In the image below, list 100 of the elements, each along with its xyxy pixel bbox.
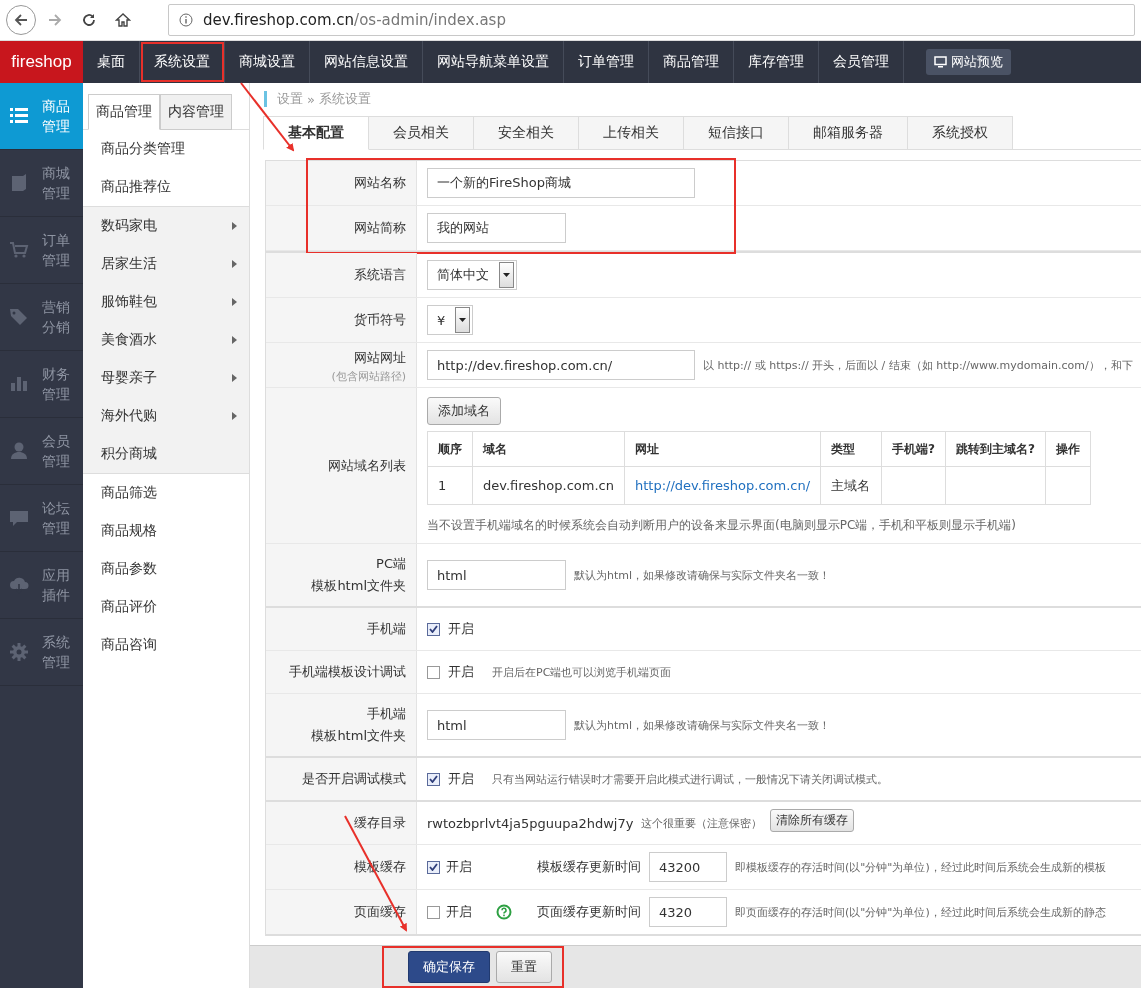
column-header: 顺序 bbox=[427, 431, 473, 467]
field-label: 货币符号 bbox=[354, 311, 406, 329]
info-icon bbox=[179, 13, 193, 27]
input-field[interactable]: 我的网站 bbox=[427, 213, 566, 243]
back-arrow-icon bbox=[13, 12, 29, 28]
hint-text: 只有当网站运行错误时才需要开启此模式进行调试，一般情况下请关闭调试模式。 bbox=[492, 771, 888, 787]
menu-item[interactable]: 居家生活 bbox=[83, 245, 249, 283]
preview-button[interactable]: 网站预览 bbox=[926, 49, 1011, 75]
menu-item[interactable]: 积分商城 bbox=[83, 435, 249, 473]
dropdown[interactable]: ¥ bbox=[427, 305, 474, 335]
checkmark-icon bbox=[429, 863, 438, 871]
checkbox-label: 开启 bbox=[448, 770, 474, 788]
menu-item[interactable]: 商品评价 bbox=[83, 588, 249, 626]
checkbox[interactable] bbox=[427, 772, 440, 786]
nav-tab[interactable]: 库存管理 bbox=[734, 41, 819, 83]
input-field[interactable]: 43200 bbox=[649, 852, 727, 882]
input-field[interactable]: 4320 bbox=[649, 897, 727, 927]
table-cell: dev.fireshop.com.cn bbox=[472, 466, 625, 505]
menu-item[interactable]: 数码家电 bbox=[83, 207, 249, 245]
checkbox-label: 开启 bbox=[446, 903, 472, 921]
url-text: dev.fireshop.com.cn/os-admin/index.asp bbox=[203, 11, 506, 29]
home-icon bbox=[115, 12, 131, 28]
tab[interactable]: 短信接口 bbox=[684, 116, 789, 150]
field-label: 是否开启调试模式 bbox=[302, 770, 406, 788]
field-label: 网站名称 bbox=[354, 174, 406, 192]
input-field[interactable]: html bbox=[427, 710, 566, 740]
cache-directory-text: rwtozbprlvt4ja5pguupa2hdwj7y bbox=[427, 815, 634, 831]
column-header: 跳转到主域名? bbox=[945, 431, 1046, 467]
nav-tab[interactable]: 网站导航菜单设置 bbox=[423, 41, 564, 83]
help-icon bbox=[496, 904, 512, 920]
field-label: 页面缓存更新时间 bbox=[537, 903, 641, 921]
nav-tab[interactable]: 订单管理 bbox=[564, 41, 649, 83]
menu-item[interactable]: 商品推荐位 bbox=[83, 168, 249, 206]
menu-item[interactable]: 商品分类管理 bbox=[83, 130, 249, 168]
checkbox-label: 开启 bbox=[448, 663, 474, 681]
menu-item[interactable]: 海外代购 bbox=[83, 397, 249, 435]
menu-item[interactable]: 商品筛选 bbox=[83, 474, 249, 512]
menu-item[interactable]: 商品规格 bbox=[83, 512, 249, 550]
gear-icon bbox=[8, 641, 30, 663]
tag-icon bbox=[8, 306, 30, 328]
input-field[interactable]: http://dev.fireshop.com.cn/ bbox=[427, 350, 695, 380]
field-label: 网站网址 bbox=[354, 348, 406, 367]
dropdown[interactable]: 简体中文 bbox=[427, 260, 517, 290]
tab[interactable]: 上传相关 bbox=[579, 116, 684, 150]
column-header: 类型 bbox=[820, 431, 882, 467]
input-field[interactable]: html bbox=[427, 560, 566, 590]
reset-button[interactable]: 重置 bbox=[496, 951, 552, 983]
caret-right-icon bbox=[232, 336, 237, 344]
caret-right-icon bbox=[232, 412, 237, 420]
address-bar[interactable]: dev.fireshop.com.cn/os-admin/index.asp bbox=[168, 4, 1135, 36]
tab[interactable]: 内容管理 bbox=[160, 94, 232, 130]
hint-text: 开启后在PC端也可以浏览手机端页面 bbox=[492, 664, 672, 680]
note-text: 当不设置手机端域名的时候系统会自动判断用户的设备来显示界面(电脑则显示PC端，手机和平板则显示手机端) bbox=[427, 517, 1017, 534]
menu-item[interactable]: 商品参数 bbox=[83, 550, 249, 588]
add-domain-button[interactable]: 添加域名 bbox=[427, 397, 501, 425]
column-header: 网址 bbox=[624, 431, 821, 467]
save-button[interactable]: 确定保存 bbox=[408, 951, 490, 983]
nav-tab[interactable]: 会员管理 bbox=[819, 41, 904, 83]
breadcrumb-separator: » bbox=[307, 91, 315, 107]
menu-item[interactable]: 美食酒水 bbox=[83, 321, 249, 359]
hint-text: 即页面缓存的存活时间(以"分钟"为单位)，经过此时间后系统会生成新的静态 bbox=[735, 904, 1106, 920]
checkbox-label: 开启 bbox=[446, 858, 472, 876]
hint-text: 这个很重要（注意保密） bbox=[641, 815, 763, 831]
caret-right-icon bbox=[232, 222, 237, 230]
menu-item[interactable]: 商品咨询 bbox=[83, 626, 249, 664]
caret-right-icon bbox=[232, 260, 237, 268]
checkbox[interactable] bbox=[427, 665, 440, 679]
clear-cache-button[interactable]: 清除所有缓存 bbox=[770, 809, 855, 832]
caret-down-icon bbox=[459, 318, 467, 322]
tab[interactable]: 安全相关 bbox=[474, 116, 579, 150]
column-header: 操作 bbox=[1045, 431, 1091, 467]
caret-right-icon bbox=[232, 374, 237, 382]
field-label: 网站简称 bbox=[354, 219, 406, 237]
person-icon bbox=[8, 440, 30, 462]
breadcrumb-item: 系统设置 bbox=[318, 90, 371, 108]
caret-down-icon bbox=[503, 273, 510, 277]
nav-tab[interactable]: 系统设置 bbox=[140, 41, 225, 83]
field-label: 手机端 模板html文件夹 bbox=[311, 705, 406, 745]
menu-item[interactable]: 服饰鞋包 bbox=[83, 283, 249, 321]
caret-right-icon bbox=[232, 298, 237, 306]
tab[interactable]: 商品管理 bbox=[88, 94, 160, 130]
checkmark-icon bbox=[429, 625, 438, 633]
logo[interactable]: fireshop bbox=[0, 41, 83, 83]
field-label: 模板缓存更新时间 bbox=[537, 858, 641, 876]
nav-tab[interactable]: 商品管理 bbox=[649, 41, 734, 83]
nav-tab[interactable]: 网站信息设置 bbox=[310, 41, 423, 83]
checkbox[interactable] bbox=[427, 860, 440, 874]
checkbox[interactable] bbox=[427, 622, 440, 636]
tab[interactable]: 基本配置 bbox=[263, 116, 369, 150]
table-cell: 1 bbox=[427, 466, 473, 505]
field-label: 手机端 bbox=[367, 620, 406, 638]
menu-item[interactable]: 母婴亲子 bbox=[83, 359, 249, 397]
input-field[interactable]: 一个新的FireShop商城 bbox=[427, 168, 695, 198]
tab[interactable]: 邮箱服务器 bbox=[789, 116, 908, 150]
checkbox-label: 开启 bbox=[448, 620, 474, 638]
checkbox[interactable] bbox=[427, 905, 440, 919]
tab[interactable]: 会员相关 bbox=[369, 116, 474, 150]
column-header: 域名 bbox=[472, 431, 625, 467]
tab[interactable]: 系统授权 bbox=[908, 116, 1013, 150]
field-label: 网站域名列表 bbox=[328, 456, 406, 475]
